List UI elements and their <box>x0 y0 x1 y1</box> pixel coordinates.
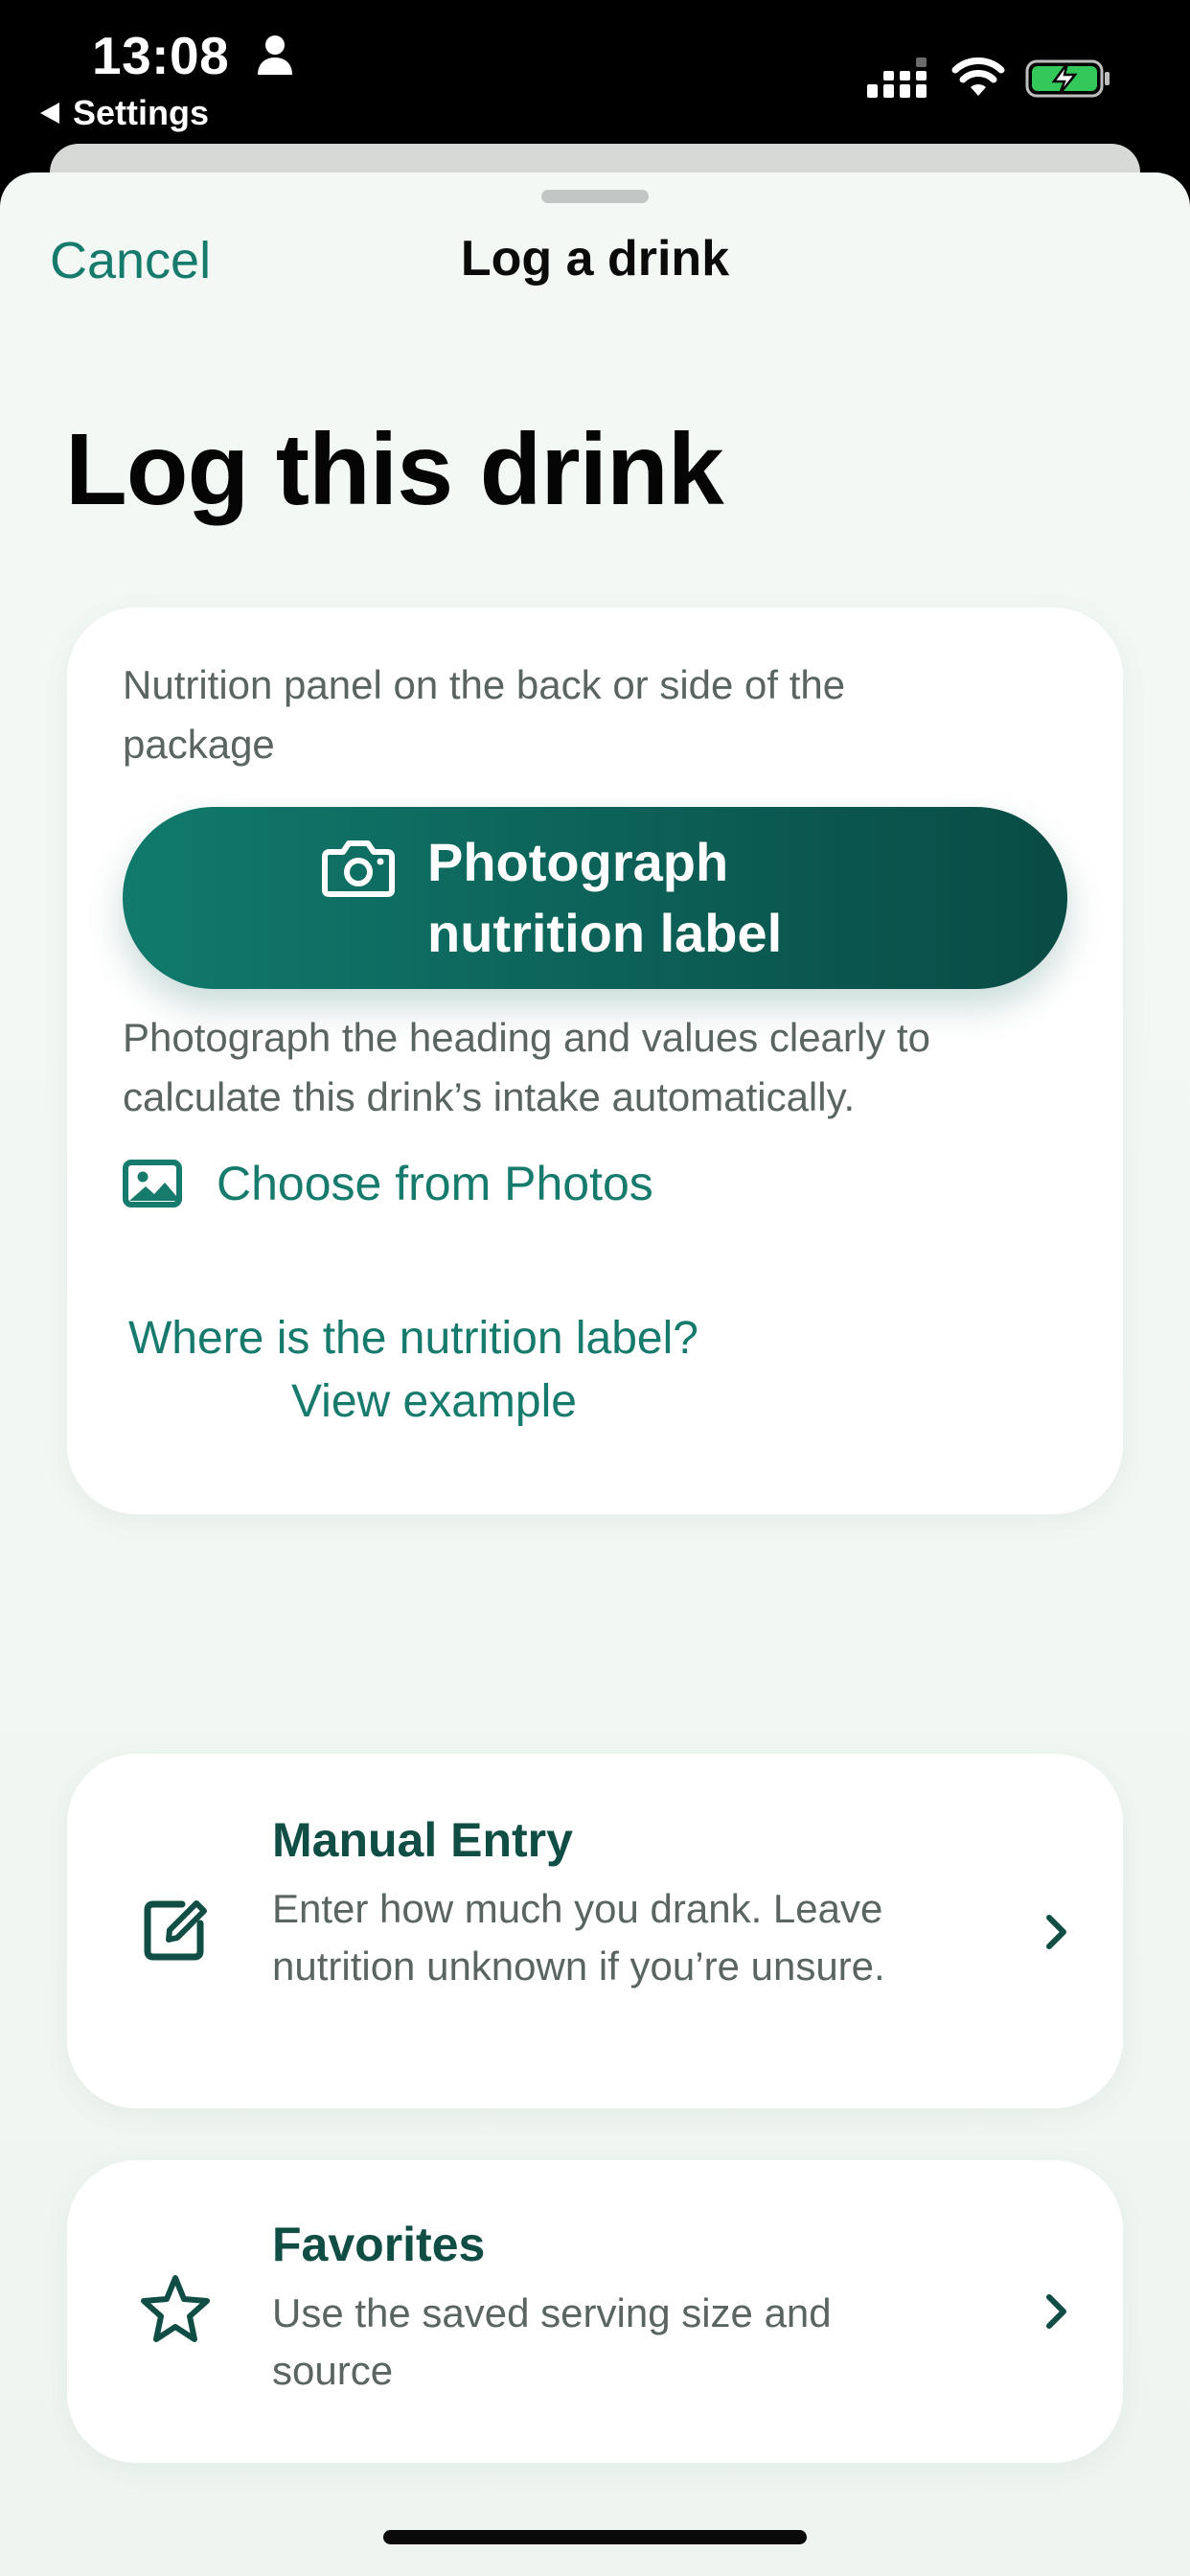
photo-library-icon <box>123 1160 182 1208</box>
person-icon <box>258 35 292 75</box>
chevron-right-icon <box>1046 1915 1066 1949</box>
chevron-right-icon <box>1046 2294 1066 2329</box>
back-triangle-icon <box>40 103 59 124</box>
view-example-text: View example <box>291 1376 577 1427</box>
status-time: 13:08 <box>92 26 230 85</box>
back-settings-label: Settings <box>73 93 210 132</box>
home-indicator[interactable] <box>383 2530 807 2544</box>
camera-icon <box>322 840 395 897</box>
wifi-icon <box>951 58 1005 96</box>
photograph-card-description: Nutrition panel on the back or side of t… <box>123 662 846 767</box>
battery-charging-icon <box>1025 59 1110 98</box>
log-drink-sheet: Log a drink Cancel Log this drink Nutrit… <box>0 172 1190 2576</box>
choose-from-photos-label: Choose from Photos <box>217 1157 653 1210</box>
back-to-settings-link[interactable]: Settings <box>38 92 209 134</box>
cellular-signal-icon <box>867 58 927 98</box>
manual-entry-title: Manual Entry <box>272 1813 573 1867</box>
star-icon <box>141 2275 210 2342</box>
photograph-nutrition-label-button[interactable]: Photograph nutrition label <box>123 807 1067 989</box>
edit-square-icon <box>144 1900 207 1961</box>
cancel-button[interactable]: Cancel <box>50 230 211 291</box>
photograph-button-label: Photograph nutrition label <box>427 832 783 963</box>
favorites-title: Favorites <box>272 2218 486 2271</box>
manual-entry-option[interactable]: Manual Entry Enter how much you drank. L… <box>67 1754 1123 2108</box>
view-example-link[interactable]: Where is the nutrition label? View examp… <box>128 1307 799 1434</box>
photograph-card: Nutrition panel on the back or side of t… <box>67 608 1123 1514</box>
where-is-label-text: Where is the nutrition label? <box>128 1313 698 1364</box>
choose-from-photos-button[interactable]: Choose from Photos <box>123 1150 653 1217</box>
status-bar: 13:08 Settings <box>0 0 1190 153</box>
sheet-grabber[interactable] <box>541 190 649 203</box>
favorites-option[interactable]: Favorites Use the saved serving size and… <box>67 2160 1123 2463</box>
photograph-hint: Photograph the heading and values clearl… <box>123 1015 930 1119</box>
manual-entry-description: Enter how much you drank. Leave nutritio… <box>272 1886 885 1989</box>
page-title: Log this drink <box>65 413 724 526</box>
favorites-description: Use the saved serving size and source <box>272 2290 832 2393</box>
